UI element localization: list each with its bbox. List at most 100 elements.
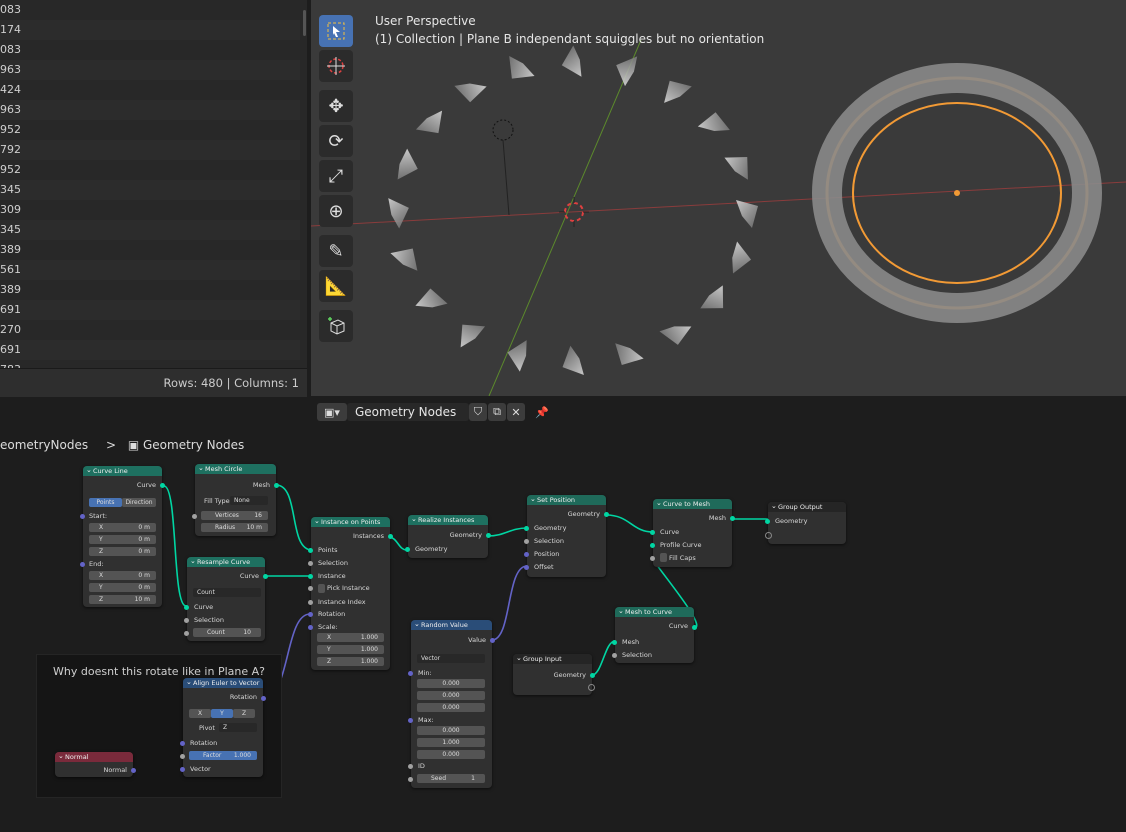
node-mesh-circle[interactable]: Mesh Circle Mesh Fill Type None Vertices… (192, 463, 279, 536)
output-socket[interactable] (490, 638, 495, 643)
output-socket[interactable] (274, 483, 279, 488)
breadcrumb-root[interactable]: eometryNodes (0, 438, 88, 452)
input-socket[interactable] (308, 586, 313, 591)
end-z-field[interactable]: Z 10 m (89, 595, 156, 604)
node-curve-to-mesh[interactable]: Curve to Mesh Mesh Curve Profile Curve F… (650, 498, 735, 567)
measure-tool[interactable]: 📐 (319, 270, 353, 302)
input-socket[interactable] (184, 605, 189, 610)
output-socket[interactable] (131, 768, 136, 773)
input-socket[interactable] (524, 539, 529, 544)
radius-field[interactable]: Radius 10 m (201, 523, 268, 532)
pivot-dropdown[interactable]: Z (219, 723, 257, 732)
add-cube-tool[interactable] (319, 310, 353, 342)
input-socket[interactable] (308, 625, 313, 630)
light-object-icon[interactable] (492, 119, 514, 216)
axis-x-button[interactable]: X (189, 709, 211, 718)
input-socket[interactable] (308, 548, 313, 553)
input-socket[interactable] (408, 718, 413, 723)
mode-direction-button[interactable]: Direction (122, 498, 156, 507)
input-socket[interactable] (405, 547, 410, 552)
scale-x-field[interactable]: X 1.000 (317, 633, 384, 642)
fill-caps-checkbox[interactable] (660, 553, 667, 562)
editor-type-button[interactable]: ▣▾ (317, 403, 347, 421)
output-socket[interactable] (590, 673, 595, 678)
move-tool[interactable]: ✥ (319, 90, 353, 122)
input-socket[interactable] (765, 532, 772, 539)
axis-z-button[interactable]: Z (233, 709, 255, 718)
node-mesh-to-curve[interactable]: Mesh to Curve Curve Mesh Selection (612, 606, 697, 663)
node-realize-instances[interactable]: Realize Instances Geometry Geometry (405, 514, 491, 558)
output-socket[interactable] (160, 483, 165, 488)
factor-field[interactable]: Factor 1.000 (189, 751, 257, 760)
duplicate-icon[interactable]: ⧉ (488, 403, 506, 421)
input-socket[interactable] (80, 514, 85, 519)
input-socket[interactable] (765, 519, 770, 524)
node-resample-curve[interactable]: Resample Curve Curve Count Curve Selecti… (184, 556, 268, 641)
input-socket[interactable] (180, 741, 185, 746)
start-z-field[interactable]: Z0 m (89, 547, 156, 556)
output-socket[interactable] (486, 533, 491, 538)
min-y-field[interactable]: 0.000 (417, 691, 485, 700)
rotate-tool[interactable]: ⟳ (319, 125, 353, 157)
input-socket[interactable] (308, 574, 313, 579)
input-socket[interactable] (408, 671, 413, 676)
node-instance-on-points[interactable]: Instance on Points Instances Points Sele… (308, 516, 393, 670)
max-z-field[interactable]: 0.000 (417, 750, 485, 759)
min-x-field[interactable]: 0.000 (417, 679, 485, 688)
output-socket[interactable] (604, 512, 609, 517)
min-z-field[interactable]: 0.000 (417, 703, 485, 712)
scrollbar[interactable] (303, 10, 306, 36)
input-socket[interactable] (192, 514, 197, 519)
node-set-position[interactable]: Set Position Geometry Geometry Selection… (524, 494, 609, 577)
input-socket[interactable] (650, 556, 655, 561)
input-socket[interactable] (184, 631, 189, 636)
end-x-field[interactable]: X0 m (89, 571, 156, 580)
input-socket[interactable] (308, 612, 313, 617)
output-socket[interactable] (261, 696, 266, 701)
input-socket[interactable] (612, 640, 617, 645)
count-field[interactable]: Count 10 (193, 628, 261, 637)
breadcrumb-current[interactable]: Geometry Nodes (143, 438, 244, 452)
input-socket[interactable] (184, 618, 189, 623)
fake-user-icon[interactable]: ⛉ (469, 403, 487, 421)
input-socket[interactable] (308, 600, 313, 605)
mode-points-button[interactable]: Points (89, 498, 122, 507)
vertices-field[interactable]: Vertices 16 (201, 511, 268, 520)
input-socket[interactable] (612, 653, 617, 658)
max-y-field[interactable]: 1.000 (417, 738, 485, 747)
input-socket[interactable] (524, 526, 529, 531)
transform-tool[interactable]: ⊕ (319, 195, 353, 227)
end-y-field[interactable]: Y0 m (89, 583, 156, 592)
select-box-tool[interactable] (319, 15, 353, 47)
mode-dropdown[interactable]: Count (193, 588, 261, 597)
start-x-field[interactable]: X0 m (89, 523, 156, 532)
pin-icon[interactable]: 📌 (533, 403, 551, 421)
node-group-input[interactable]: Group Input Geometry (513, 653, 595, 695)
fill-type-dropdown[interactable]: None (230, 496, 268, 505)
seed-field[interactable]: Seed 1 (417, 774, 485, 783)
scale-z-field[interactable]: Z 1.000 (317, 657, 384, 666)
input-socket[interactable] (308, 561, 313, 566)
output-socket[interactable] (388, 534, 393, 539)
output-socket[interactable] (692, 625, 697, 630)
type-dropdown[interactable]: Vector (417, 654, 485, 663)
scale-tool[interactable]: ⤢ (319, 160, 353, 192)
close-icon[interactable]: ✕ (507, 403, 525, 421)
input-socket[interactable] (650, 543, 655, 548)
input-socket[interactable] (650, 530, 655, 535)
max-x-field[interactable]: 0.000 (417, 726, 485, 735)
annotate-tool[interactable]: ✎ (319, 235, 353, 267)
plane-b-object[interactable] (812, 63, 1102, 323)
node-normal[interactable]: Normal Normal (55, 751, 136, 777)
start-y-field[interactable]: Y0 m (89, 535, 156, 544)
input-socket[interactable] (408, 777, 413, 782)
input-socket[interactable] (524, 565, 529, 570)
input-socket[interactable] (408, 764, 413, 769)
input-socket[interactable] (524, 552, 529, 557)
node-curve-line[interactable]: Curve Line Curve Points Direction Start:… (80, 465, 165, 607)
pick-instance-checkbox[interactable] (318, 584, 325, 593)
input-socket[interactable] (80, 562, 85, 567)
3d-viewport[interactable]: User Perspective (1) Collection | Plane … (311, 0, 1126, 396)
node-align-euler-to-vector[interactable]: Align Euler to Vector Rotation X Y Z Piv… (180, 677, 266, 777)
scale-y-field[interactable]: Y 1.000 (317, 645, 384, 654)
